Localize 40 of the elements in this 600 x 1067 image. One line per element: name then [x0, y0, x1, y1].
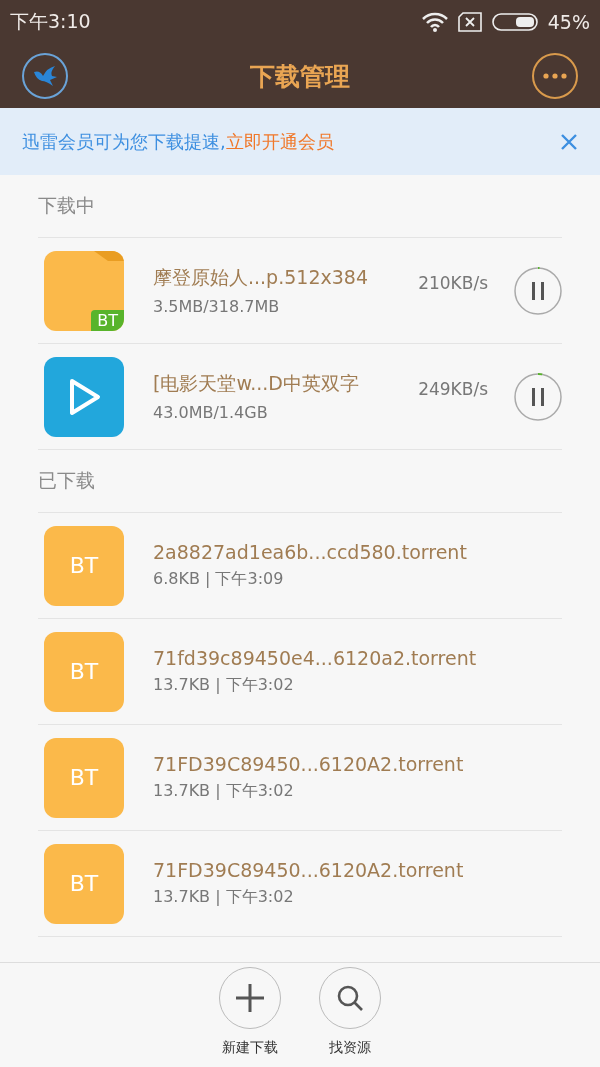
- plus-icon: [235, 983, 265, 1013]
- page-title: 下载管理: [250, 60, 350, 93]
- bt-label: BT: [69, 659, 99, 684]
- battery-percent: 45%: [547, 11, 590, 33]
- membership-banner-text: 迅雷会员可为您下载提速,立即开通会员: [22, 129, 334, 154]
- close-button[interactable]: [560, 132, 578, 151]
- bird-logo-button[interactable]: [22, 53, 68, 99]
- search-icon: [336, 984, 364, 1012]
- file-name: 71fd39c89450e4...6120a2.torrent: [153, 647, 478, 669]
- more-icon: [543, 73, 567, 79]
- file-name: 摩登原始人...p.512x384: [153, 265, 369, 290]
- bt-label: BT: [69, 765, 99, 790]
- bt-label: BT: [69, 553, 99, 578]
- wifi-icon: [421, 12, 448, 32]
- section-title: 下载中: [38, 175, 562, 238]
- bird-icon: [32, 64, 58, 88]
- battery-icon: [491, 12, 538, 32]
- pause-button[interactable]: [514, 372, 562, 421]
- file-name: [电影天堂w...D中英双字: [153, 371, 360, 396]
- file-size: 13.7KB | 下午3:02: [153, 781, 295, 802]
- status-time: 下午3:10: [10, 9, 91, 34]
- pause-button[interactable]: [514, 266, 562, 315]
- download-speed: 249KB/s: [418, 378, 488, 399]
- folder-tab-icon: [94, 250, 124, 261]
- file-size: 3.5MB/318.7MB: [153, 297, 281, 316]
- download-speed: 210KB/s: [418, 272, 488, 293]
- section-title: 已下载: [38, 450, 562, 513]
- file-name: 71FD39C89450...6120A2.torrent: [153, 753, 465, 775]
- file-size: 13.7KB | 下午3:02: [153, 675, 295, 696]
- bt-label: BT: [69, 871, 99, 896]
- more-button[interactable]: [532, 53, 578, 99]
- file-name: 2a8827ad1ea6b...ccd580.torrent: [153, 541, 468, 563]
- file-size: 43.0MB/1.4GB: [153, 403, 269, 422]
- pause-icon: [532, 387, 544, 406]
- file-name: 71FD39C89450...6120A2.torrent: [153, 859, 465, 881]
- sim-icon: [457, 12, 482, 32]
- file-size: 6.8KB | 下午3:09: [153, 569, 285, 590]
- file-size: 13.7KB | 下午3:02: [153, 887, 295, 908]
- pause-icon: [532, 281, 544, 300]
- bt-badge: BT: [91, 309, 124, 331]
